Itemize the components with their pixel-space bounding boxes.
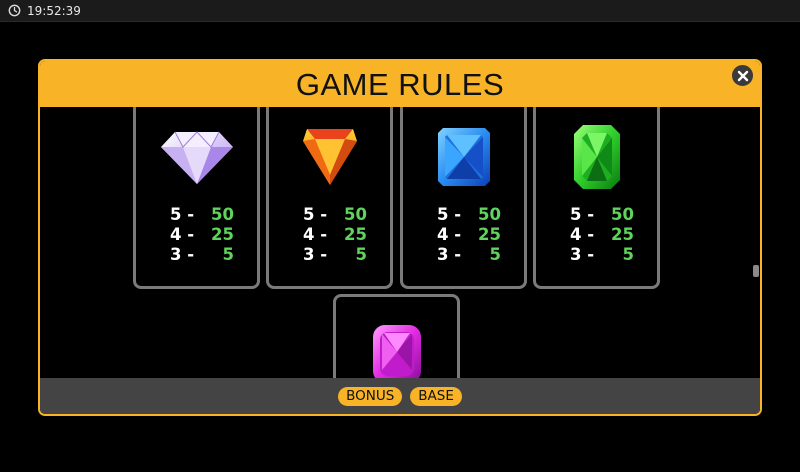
bonus-button[interactable]: BONUS xyxy=(338,387,403,406)
payout-table: 5 -50 4 -25 3 -5 xyxy=(570,205,640,265)
dialog-title: GAME RULES xyxy=(295,67,505,102)
symbol-card-diamond: 5 -50 4 -25 3 -5 xyxy=(133,107,260,289)
symbol-card-amethyst xyxy=(333,294,460,380)
payout-row: 5 -50 xyxy=(170,205,234,224)
payout-row: 5 -50 xyxy=(303,205,367,224)
close-button[interactable] xyxy=(730,63,755,88)
shield-gem-icon xyxy=(302,129,357,185)
status-bar: 19:52:39 xyxy=(0,0,800,22)
emerald-icon xyxy=(573,125,620,189)
symbol-card-emerald: 5 -50 4 -25 3 -5 xyxy=(533,107,660,289)
payout-row: 3 -5 xyxy=(170,245,234,264)
close-icon xyxy=(737,70,748,81)
symbol-card-sapphire: 5 -50 4 -25 3 -5 xyxy=(400,107,527,289)
status-time: 19:52:39 xyxy=(27,3,81,18)
payout-row: 4 -25 xyxy=(170,225,234,244)
payout-row: 4 -25 xyxy=(437,225,501,244)
payout-table: 5 -50 4 -25 3 -5 xyxy=(303,205,373,265)
rules-content[interactable]: 5 -50 4 -25 3 -5 5 - 50 4 - 25 3 - 5 5 -… xyxy=(40,107,760,380)
base-button[interactable]: BASE xyxy=(410,387,462,406)
scrollbar-thumb[interactable] xyxy=(753,265,759,277)
symbol-card-shield-gem: 5 -50 4 -25 3 -5 xyxy=(266,107,393,289)
payout-row: 4 -25 xyxy=(303,225,367,244)
game-rules-dialog: GAME RULES 5 - 50 4 - 25 3 - 5 5 - 50 4 … xyxy=(38,59,762,416)
dialog-header: GAME RULES xyxy=(40,61,760,107)
dialog-footer: BONUS BASE xyxy=(40,378,760,414)
payout-row: 3 -5 xyxy=(570,245,634,264)
payout-row: 4 -25 xyxy=(570,225,634,244)
payout-row: 3 -5 xyxy=(303,245,367,264)
payout-row: 5 -50 xyxy=(570,205,634,224)
payout-table: 5 -50 4 -25 3 -5 xyxy=(437,205,507,265)
clock-icon xyxy=(8,4,21,17)
diamond-icon xyxy=(160,131,233,184)
payout-row: 5 -50 xyxy=(437,205,501,224)
sapphire-icon xyxy=(437,128,490,186)
payout-table: 5 -50 4 -25 3 -5 xyxy=(170,205,240,265)
payout-row: 3 -5 xyxy=(437,245,501,264)
amethyst-icon xyxy=(372,325,421,380)
